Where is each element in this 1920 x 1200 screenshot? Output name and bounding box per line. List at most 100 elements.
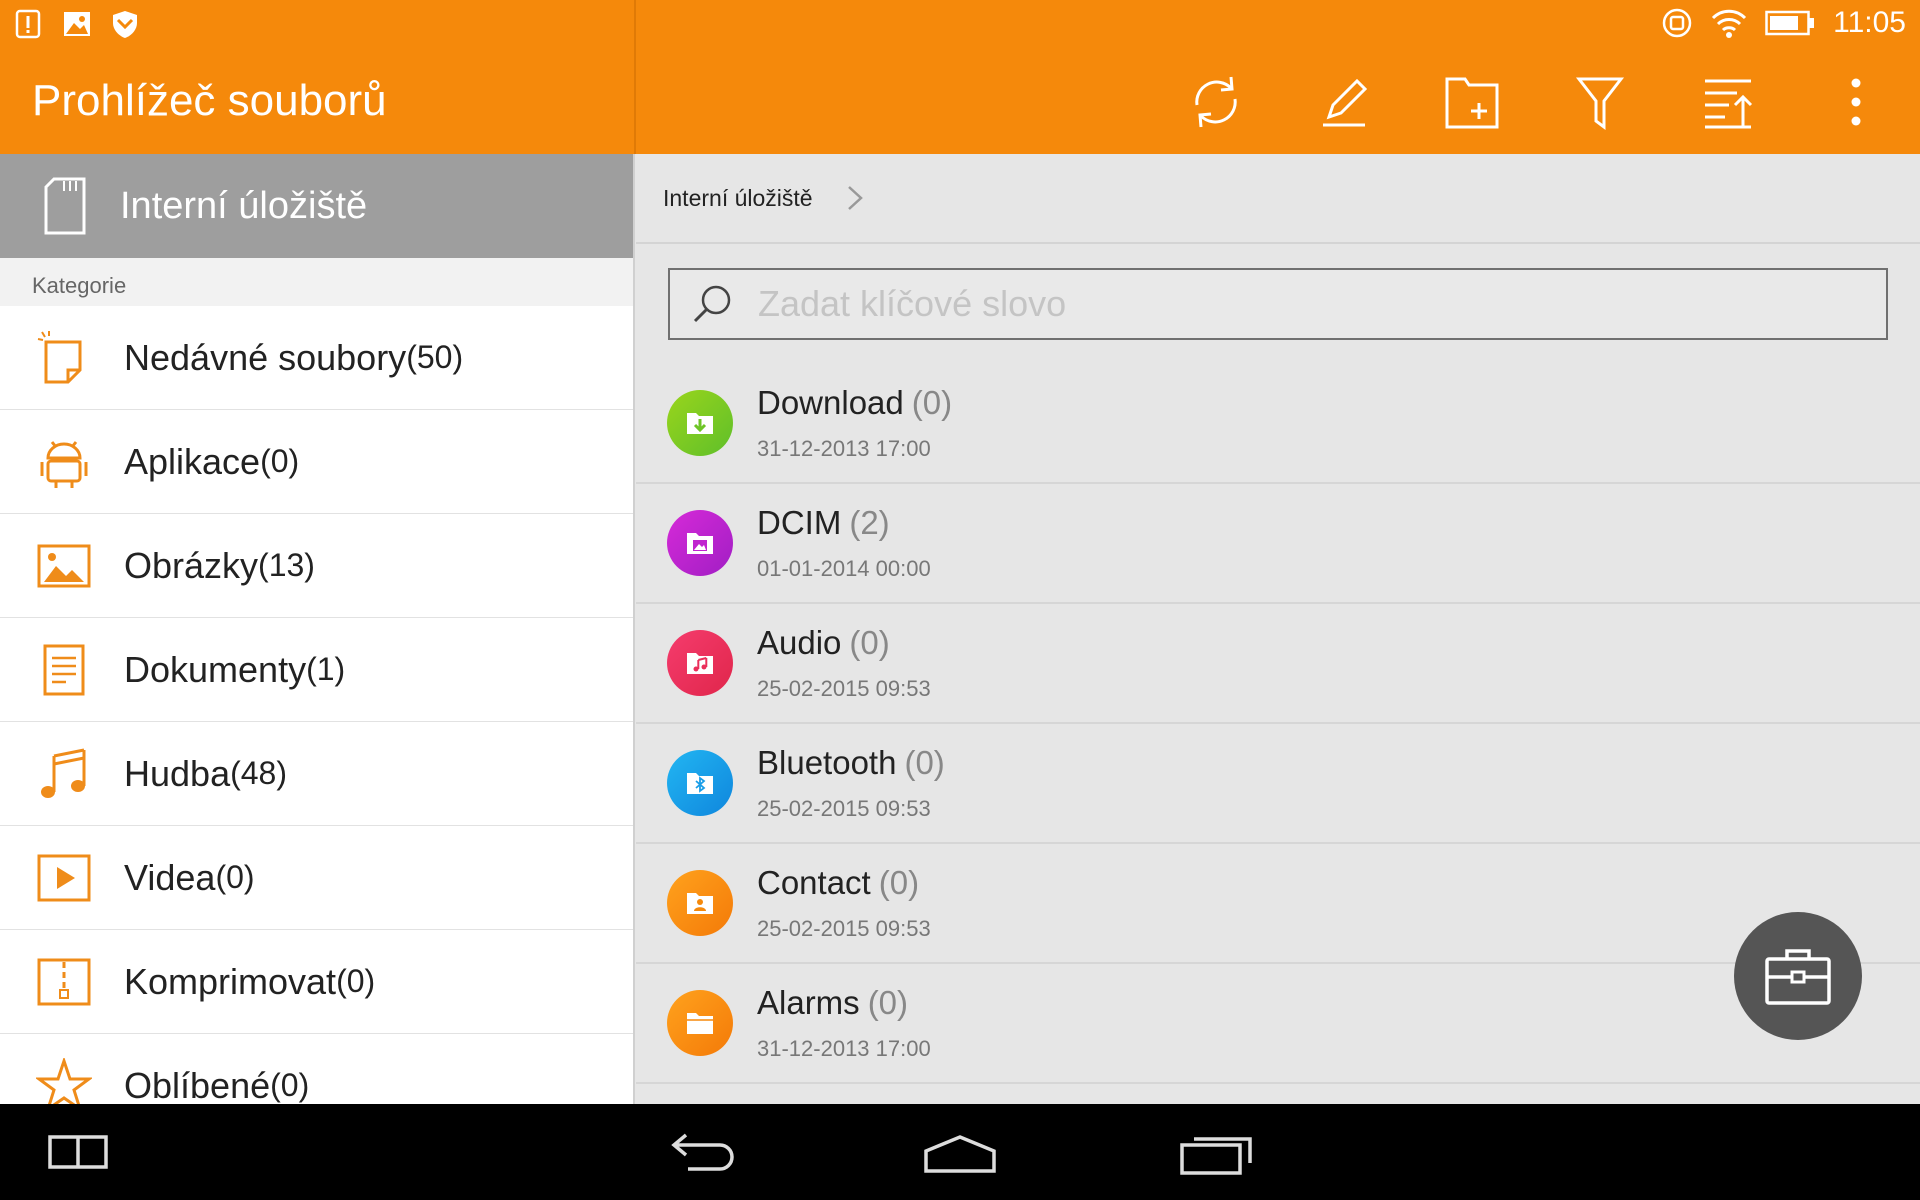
folder-name: Download bbox=[757, 384, 904, 421]
recent-files-icon bbox=[37, 330, 82, 383]
folder-count: (0) bbox=[867, 984, 909, 1021]
folder-date: 01-01-2014 00:00 bbox=[757, 556, 931, 581]
folder-count: (0) bbox=[904, 744, 945, 781]
breadcrumb-internal-storage[interactable]: Interní úložiště bbox=[663, 185, 813, 212]
folder-count: (0) bbox=[849, 624, 890, 661]
category-count: (13) bbox=[258, 547, 315, 583]
folder-date: 25-02-2015 09:53 bbox=[757, 796, 931, 821]
filter-icon bbox=[1575, 77, 1625, 130]
shield-icon bbox=[113, 11, 137, 38]
search-icon bbox=[693, 285, 731, 323]
folder-date: 25-02-2015 09:53 bbox=[757, 676, 931, 701]
category-apps[interactable]: Aplikace (0) bbox=[0, 410, 633, 514]
folder-row[interactable]: Alarms (0) 31-12-2013 17:00 bbox=[636, 964, 1920, 1084]
status-bar: 11:05 bbox=[0, 0, 1920, 50]
filter-button[interactable] bbox=[1536, 70, 1664, 134]
status-time: 11:05 bbox=[1833, 6, 1906, 39]
split-screen-button[interactable] bbox=[44, 1124, 114, 1180]
folder-row[interactable]: Bluetooth (0) 25-02-2015 09:53 bbox=[636, 724, 1920, 844]
refresh-button[interactable] bbox=[1152, 70, 1280, 134]
image-icon bbox=[64, 12, 90, 36]
new-folder-button[interactable] bbox=[1408, 70, 1536, 134]
edit-button[interactable] bbox=[1280, 70, 1408, 134]
category-label: Obrázky bbox=[124, 544, 259, 586]
category-favorites[interactable]: Oblíbené (0) bbox=[0, 1034, 633, 1104]
contact-folder-icon bbox=[687, 893, 713, 914]
folder-row[interactable]: Audio (0) 25-02-2015 09:53 bbox=[636, 604, 1920, 724]
file-browser-pane: Interní úložiště Download(0) 31-12-2013 … bbox=[636, 154, 1920, 1104]
video-icon bbox=[37, 854, 91, 901]
category-label: Komprimovat bbox=[124, 960, 337, 1002]
folder-badge bbox=[667, 630, 733, 696]
category-count: (48) bbox=[230, 755, 287, 791]
folder-badge bbox=[667, 390, 733, 456]
toolbar bbox=[1152, 70, 1920, 134]
folder-count: (0) bbox=[878, 864, 920, 901]
category-count: (0) bbox=[336, 963, 376, 999]
image-folder-icon bbox=[687, 533, 713, 554]
more-icon bbox=[1851, 78, 1861, 126]
folder-row[interactable]: Contact (0) 25-02-2015 09:53 bbox=[636, 844, 1920, 964]
more-options-button[interactable] bbox=[1792, 70, 1920, 134]
app-title: Prohlížeč souborů bbox=[32, 76, 387, 125]
header-divider bbox=[634, 0, 636, 154]
refresh-icon bbox=[1195, 76, 1237, 128]
folder-badge bbox=[667, 750, 733, 816]
alert-icon bbox=[15, 9, 41, 39]
internal-storage-item[interactable]: Interní úložiště bbox=[0, 154, 633, 258]
sort-icon bbox=[1705, 79, 1753, 129]
category-label: Videa bbox=[124, 856, 216, 898]
wifi-icon bbox=[1712, 9, 1747, 38]
edit-icon bbox=[1323, 78, 1368, 127]
zip-icon bbox=[37, 958, 91, 1005]
folder-name: Bluetooth bbox=[757, 744, 897, 781]
folder-row[interactable]: Download (0) 31-12-2013 17:00 bbox=[636, 364, 1920, 484]
download-folder-icon bbox=[687, 413, 713, 434]
folder-count: (0) bbox=[911, 384, 953, 421]
toolbox-icon bbox=[1765, 949, 1831, 1005]
folder-date: 31-12-2013 17:00 bbox=[757, 436, 931, 461]
home-button[interactable] bbox=[918, 1124, 1002, 1180]
music-icon bbox=[41, 748, 86, 798]
new-folder-icon bbox=[1445, 77, 1499, 129]
category-count: (1) bbox=[306, 651, 346, 687]
folder-name: Alarms bbox=[757, 984, 860, 1021]
category-music[interactable]: Hudba (48) bbox=[0, 722, 633, 826]
search-box bbox=[668, 268, 1888, 340]
category-documents[interactable]: Dokumenty (1) bbox=[0, 618, 633, 722]
star-icon bbox=[34, 1055, 94, 1104]
image-icon bbox=[37, 544, 91, 587]
category-recent-files[interactable]: Nedávné soubory (50) bbox=[0, 306, 633, 410]
category-compressed[interactable]: Komprimovat (0) bbox=[0, 930, 633, 1034]
back-button[interactable] bbox=[664, 1124, 744, 1180]
battery-icon bbox=[1765, 10, 1815, 36]
category-images[interactable]: Obrázky (13) bbox=[0, 514, 633, 618]
category-count: (50) bbox=[406, 339, 464, 375]
category-count: (0) bbox=[215, 859, 255, 895]
sd-card-icon bbox=[44, 177, 86, 235]
folder-row[interactable]: DCIM (2) 01-01-2014 00:00 bbox=[636, 484, 1920, 604]
folder-badge bbox=[667, 990, 733, 1056]
android-icon bbox=[40, 440, 88, 488]
folder-badge bbox=[667, 510, 733, 576]
location-icon bbox=[1662, 8, 1692, 38]
recents-button[interactable] bbox=[1178, 1124, 1254, 1180]
search-input[interactable] bbox=[758, 283, 1886, 325]
category-videos[interactable]: Videa (0) bbox=[0, 826, 633, 930]
category-count: (0) bbox=[260, 443, 300, 479]
category-label: Dokumenty bbox=[124, 648, 307, 690]
sort-button[interactable] bbox=[1664, 70, 1792, 134]
category-label: Nedávné soubory bbox=[124, 336, 407, 378]
home-icon bbox=[924, 1135, 996, 1173]
folder-name: DCIM bbox=[757, 504, 842, 541]
split-screen-icon bbox=[48, 1135, 108, 1169]
categories-header: Kategorie bbox=[0, 258, 633, 306]
folder-badge bbox=[667, 870, 733, 936]
folder-date: 25-02-2015 09:53 bbox=[757, 916, 931, 941]
toolbox-fab[interactable] bbox=[1734, 912, 1862, 1040]
recents-icon bbox=[1180, 1137, 1252, 1175]
music-folder-icon bbox=[687, 653, 713, 674]
internal-storage-label: Interní úložiště bbox=[120, 184, 368, 227]
folder-name: Contact bbox=[757, 864, 871, 901]
category-label: Oblíbené bbox=[124, 1064, 271, 1105]
